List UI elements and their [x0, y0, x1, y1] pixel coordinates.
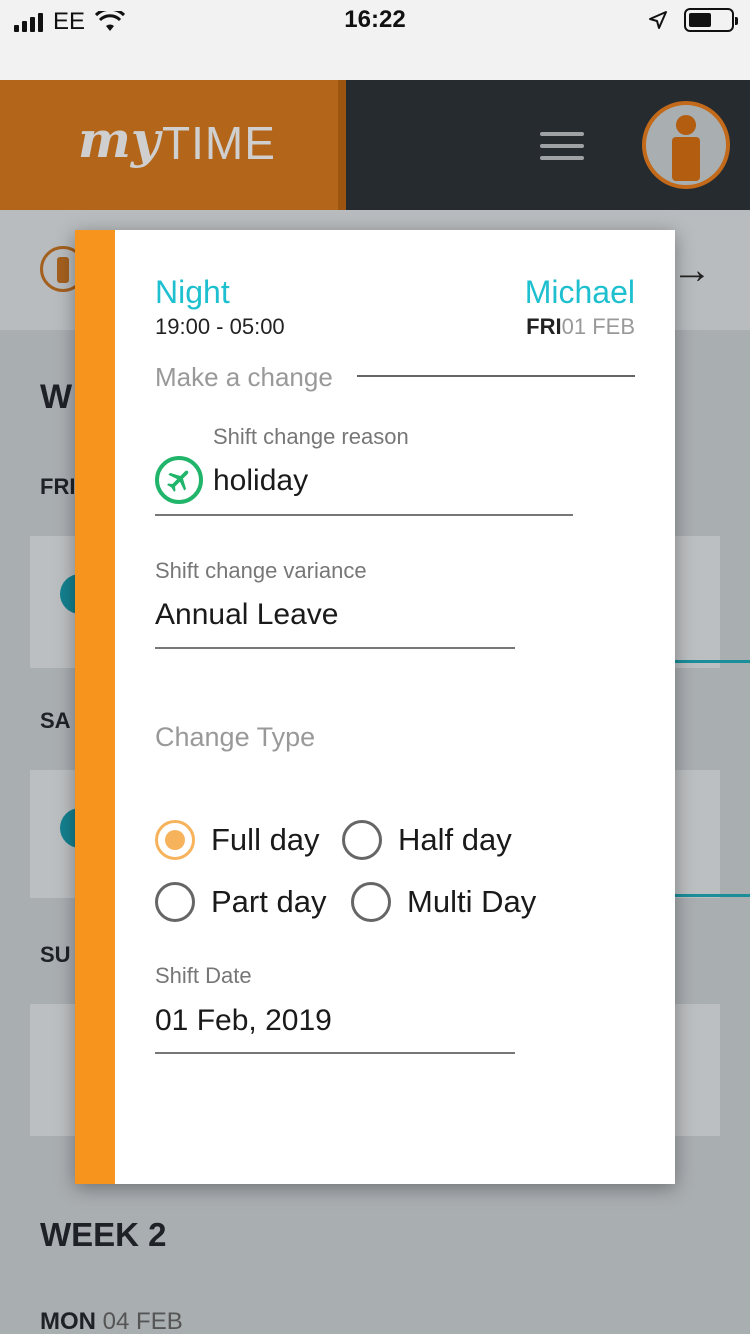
- menu-icon[interactable]: [540, 132, 584, 168]
- sat-label: SA: [40, 708, 71, 733]
- reason-label: Shift change reason: [213, 424, 409, 449]
- person-name: Michael: [524, 274, 635, 310]
- mon-row: MON 04 FEB: [40, 1308, 183, 1334]
- variance-underline: [155, 647, 515, 649]
- status-right: [648, 8, 738, 32]
- radio-button-selected[interactable]: [155, 820, 195, 860]
- clock: 16:22: [344, 6, 406, 33]
- modal-accent-stripe: [75, 230, 115, 1184]
- radio-button[interactable]: [342, 820, 382, 860]
- radio-label: Full day: [211, 822, 320, 857]
- airplane-icon: [155, 456, 203, 504]
- week1-heading: W: [40, 378, 73, 416]
- mon-date: 04 FEB: [102, 1308, 183, 1334]
- battery-icon: [684, 8, 738, 32]
- change-type-label: Change Type: [155, 722, 316, 752]
- shift-day-date: FRI01 FEB: [526, 314, 635, 340]
- status-bar: EE 16:22: [0, 0, 750, 80]
- fri-label: FRI: [40, 474, 76, 499]
- app-header: my TIME: [0, 80, 750, 210]
- arrow-right-icon[interactable]: →: [672, 248, 712, 293]
- radio-label: Half day: [398, 822, 512, 857]
- radio-half-day[interactable]: Half day: [342, 820, 512, 860]
- radio-part-day[interactable]: Part day: [155, 882, 326, 922]
- variance-label: Shift change variance: [155, 558, 367, 583]
- radio-button[interactable]: [351, 882, 391, 922]
- profile-avatar[interactable]: [642, 101, 730, 189]
- shift-date: 01 FEB: [561, 314, 635, 339]
- shift-day: FRI: [526, 314, 562, 339]
- shift-date-value[interactable]: 01 Feb, 2019: [155, 1004, 332, 1038]
- radio-label: Part day: [211, 884, 327, 919]
- week2-heading: WEEK 2: [40, 1216, 167, 1253]
- section-title: Make a change: [155, 362, 333, 392]
- sun-label: SU: [40, 942, 71, 967]
- section-divider: [357, 375, 635, 377]
- radio-label: Multi Day: [407, 884, 537, 919]
- reason-underline: [155, 514, 573, 516]
- shift-name: Night: [155, 274, 230, 310]
- shift-change-modal: Night 19:00 - 05:00 Michael FRI01 FEB Ma…: [75, 230, 675, 1184]
- location-arrow-icon: [649, 11, 667, 29]
- radio-button[interactable]: [155, 882, 195, 922]
- radio-multi-day[interactable]: Multi Day: [351, 882, 536, 922]
- brand-time: TIME: [162, 117, 276, 169]
- shift-time: 19:00 - 05:00: [155, 314, 285, 339]
- variance-value[interactable]: Annual Leave: [155, 598, 339, 632]
- mon-label: MON: [40, 1308, 96, 1334]
- brand-my: my: [78, 110, 160, 169]
- shift-date-underline: [155, 1052, 515, 1054]
- shift-date-label: Shift Date: [155, 963, 252, 988]
- radio-full-day[interactable]: Full day: [155, 820, 320, 860]
- reason-value[interactable]: holiday: [213, 464, 308, 498]
- brand-logo: my TIME: [0, 80, 346, 210]
